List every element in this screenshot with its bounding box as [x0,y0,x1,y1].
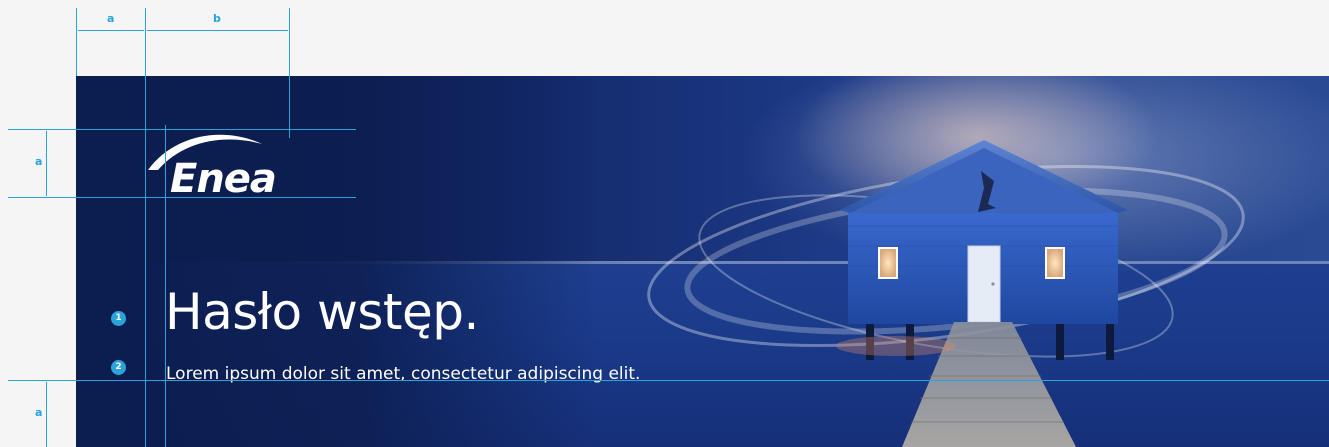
dim-arrow-a-left-bottom [46,382,47,447]
brand-guideline-canvas: Enea Hasło wstęp. Lorem ipsum dolor sit … [0,0,1329,447]
guide-horizontal-baseline [8,380,1329,381]
marker-2: 2 [111,360,126,375]
hero-banner: Enea Hasło wstęp. Lorem ipsum dolor sit … [76,76,1329,447]
subheadline: Lorem ipsum dolor sit amet, consectetur … [166,364,641,384]
dim-arrow-a [78,30,144,31]
house-door [967,245,1001,323]
dim-label-a-left-top: a [35,155,43,168]
window-left [878,247,898,279]
guide-horizontal-logo-bottom [8,197,356,198]
guide-horizontal-logo-top [8,129,356,130]
guide-vertical-text [165,125,166,447]
window-right [1045,247,1065,279]
dim-arrow-b [147,30,288,31]
dim-label-a-left-bottom: a [35,406,43,419]
headline: Hasło wstęp. [165,283,479,341]
guide-vertical-a [145,8,146,447]
dim-arrow-a-left-top [46,131,47,196]
logo-wordmark: Enea [170,156,277,202]
guide-vertical-left-edge [76,8,77,76]
marker-1: 1 [111,311,126,326]
guide-vertical-b [289,8,290,138]
dim-label-a-top: a [107,12,115,25]
dim-label-b-top: b [213,12,221,25]
